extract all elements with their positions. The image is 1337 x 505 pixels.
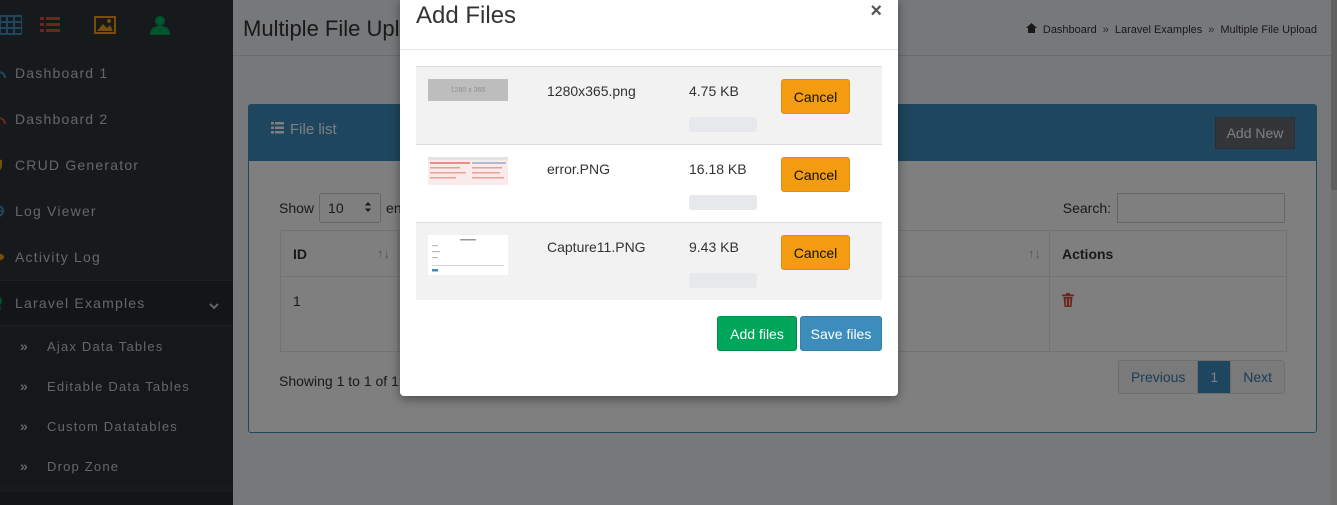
upload-progress-bar (689, 117, 757, 132)
file-name: error.PNG (547, 161, 611, 177)
modal-title: Add Files (416, 2, 517, 29)
file-thumbnail (428, 157, 508, 190)
file-name: 1280x365.png (547, 83, 636, 99)
file-preview-row: Capture11.PNG 9.43 KB Cancel (416, 222, 882, 300)
add-files-button[interactable]: Add files (717, 316, 797, 351)
file-thumbnail: 1280 x 365 (428, 79, 508, 106)
upload-progress-bar (689, 195, 757, 210)
upload-progress-bar (689, 273, 757, 288)
save-files-button[interactable]: Save files (800, 316, 882, 351)
file-size: 9.43 KB (689, 239, 739, 255)
add-files-modal: Add Files × 1280 x 365 1280x365.png 4.75… (400, 0, 898, 396)
file-size: 4.75 KB (689, 83, 739, 99)
file-thumbnail-label: 1280 x 365 (450, 86, 486, 94)
cancel-upload-button[interactable]: Cancel (781, 157, 850, 192)
modal-header: Add Files × (400, 0, 898, 50)
file-name: Capture11.PNG (547, 239, 646, 255)
file-preview-row: error.PNG 16.18 KB Cancel (416, 144, 882, 222)
cancel-upload-button[interactable]: Cancel (781, 79, 850, 114)
file-preview-row: 1280 x 365 1280x365.png 4.75 KB Cancel (416, 66, 882, 144)
file-thumbnail (428, 235, 508, 280)
file-size: 16.18 KB (689, 161, 747, 177)
cancel-upload-button[interactable]: Cancel (781, 235, 850, 270)
close-icon[interactable]: × (870, 0, 882, 23)
